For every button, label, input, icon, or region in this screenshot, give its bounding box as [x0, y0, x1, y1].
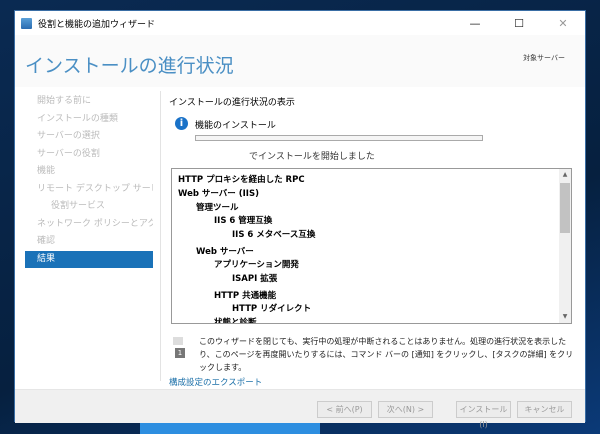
nav-item-server-selection[interactable]: サーバーの選択 — [25, 128, 153, 146]
close-button[interactable]: ✕ — [541, 11, 585, 35]
tree-item: 状態と診断 — [214, 318, 257, 324]
section-title: インストールの進行状況の表示 — [169, 98, 295, 108]
progress-bar — [195, 135, 483, 141]
divider — [160, 91, 161, 381]
note-text: このウィザードを閉じても、実行中の処理が中断されることはありません。処理の進行状… — [199, 337, 574, 372]
export-config-link[interactable]: 構成設定のエクスポート — [169, 376, 262, 388]
wizard-nav: 開始する前に インストールの種類 サーバーの選択 サーバーの役割 機能 リモート… — [25, 93, 153, 268]
wizard-window: 役割と機能の追加ウィザード — ☐ ✕ インストールの進行状況 対象サーバー 開… — [14, 10, 586, 429]
feature-tree-list[interactable]: 状態と診断 HTTP リダイレクト HTTP 共通機能 ISAPI 拡張 アプリケーショ… — [171, 168, 572, 324]
minimize-button[interactable]: — — [453, 11, 497, 35]
notification-flag-icon: 1 — [173, 337, 187, 359]
scroll-thumb[interactable] — [560, 183, 570, 233]
target-server-label: 対象サーバー — [523, 54, 565, 62]
nav-item-network-policy[interactable]: ネットワーク ポリシーとアクセ... — [25, 216, 153, 234]
previous-button[interactable]: < 前へ(P) — [317, 401, 372, 418]
nav-item-server-roles[interactable]: サーバーの役割 — [25, 146, 153, 164]
desktop-background — [140, 422, 320, 434]
tree-item: IIS 6 管理互換 — [214, 216, 273, 226]
maximize-button[interactable]: ☐ — [497, 11, 541, 35]
nav-item-role-services[interactable]: 役割サービス — [25, 198, 153, 216]
nav-item-features[interactable]: 機能 — [25, 163, 153, 181]
tree-item: IIS 6 メタベース互換 — [232, 230, 316, 240]
server-manager-icon — [21, 17, 32, 29]
nav-item-remote-desktop[interactable]: リモート デスクトップ サービス — [25, 181, 153, 199]
tree-item: ISAPI 拡張 — [232, 274, 278, 284]
next-button[interactable]: 次へ(N) > — [378, 401, 433, 418]
scroll-up-icon[interactable]: ▲ — [559, 169, 571, 181]
info-icon: i — [175, 117, 188, 130]
nav-item-before-you-begin[interactable]: 開始する前に — [25, 93, 153, 111]
page-title: インストールの進行状況 — [25, 55, 234, 77]
tree-item: Web サーバー — [196, 247, 254, 257]
notification-count: 1 — [175, 348, 185, 358]
nav-item-installation-type[interactable]: インストールの種類 — [25, 111, 153, 129]
status-text: でインストールを開始しました — [249, 152, 375, 162]
tree-item: 管理ツール — [196, 203, 239, 213]
feature-install-label: 機能のインストール — [195, 121, 276, 131]
scroll-down-icon[interactable]: ▼ — [559, 311, 571, 323]
wizard-footer: < 前へ(P) 次へ(N) > インストール(I) キャンセル — [15, 389, 585, 429]
tree-item: Web サーバー (IIS) — [178, 189, 259, 199]
title-bar: 役割と機能の追加ウィザード — ☐ ✕ — [15, 11, 585, 35]
tree-item: HTTP 共通機能 — [214, 291, 277, 301]
tree-item: アプリケーション開発 — [214, 260, 299, 270]
cancel-button[interactable]: キャンセル — [517, 401, 572, 418]
wizard-header: インストールの進行状況 対象サーバー — [15, 35, 585, 87]
scrollbar[interactable]: ▲ ▼ — [559, 169, 571, 323]
tree-item: HTTP リダイレクト — [232, 304, 312, 314]
window-title: 役割と機能の追加ウィザード — [38, 19, 156, 30]
install-button[interactable]: インストール(I) — [456, 401, 511, 429]
nav-item-confirmation[interactable]: 確認 — [25, 233, 153, 251]
tree-item: HTTP プロキシを経由した RPC — [178, 175, 305, 185]
nav-item-results[interactable]: 結果 — [25, 250, 153, 268]
